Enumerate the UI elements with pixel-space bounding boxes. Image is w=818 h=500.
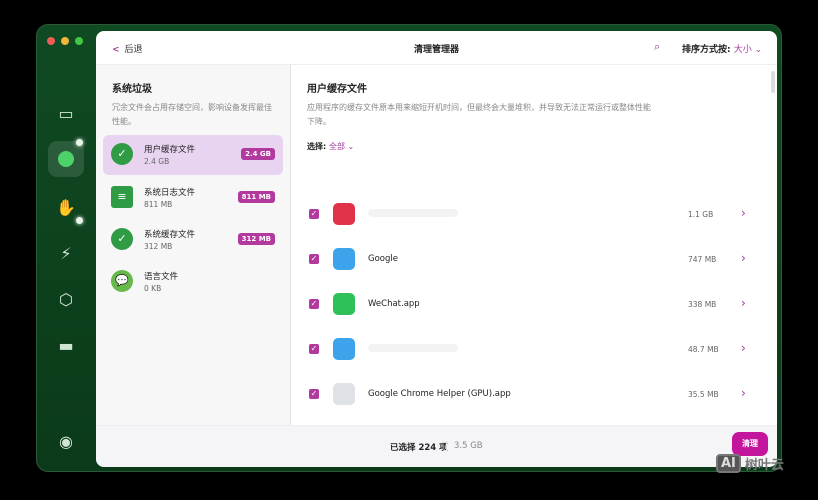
checkbox[interactable]: ✓ — [309, 299, 319, 309]
apps-icon[interactable]: ⬡ — [54, 287, 78, 311]
chevron-down-icon: ⌄ — [751, 45, 763, 55]
folder-icon — [333, 248, 355, 270]
category-size: 312 MB — [144, 242, 173, 251]
assistant-icon[interactable]: ◉ — [54, 429, 78, 453]
speed-icon[interactable]: ⚡ — [54, 241, 78, 265]
checkbox[interactable]: ✓ — [309, 209, 319, 219]
item-size: 35.5 MB — [688, 390, 719, 399]
select-label: 选择: — [307, 142, 327, 151]
selected-count: 已选择 224 项 — [390, 443, 448, 453]
item-size: 1.1 GB — [688, 210, 714, 219]
category-name: 语言文件 — [144, 272, 179, 282]
disk-icon[interactable]: ▭ — [54, 101, 78, 125]
folder-icon — [333, 338, 355, 360]
sort-value: 大小 — [733, 45, 752, 55]
category-name: 系统缓存文件 — [144, 230, 196, 240]
redacted-name — [368, 344, 458, 352]
user-cache-icon: ✓ — [111, 143, 133, 165]
category-size: 2.4 GB — [144, 157, 170, 166]
item-name: WeChat.app — [368, 299, 420, 309]
notification-dot — [76, 139, 83, 146]
checkbox[interactable]: ✓ — [309, 344, 319, 354]
section-desc: 应用程序的缓存文件原本用来缩短开机时间，但最终会大量堆积，并导致无法正常运行或整… — [307, 103, 651, 126]
size-badge: 312 MB — [237, 233, 275, 245]
category-user-cache[interactable]: ✓ 用户缓存文件 2.4 GB 2.4 GB — [103, 135, 283, 175]
chevron-down-icon: ⌄ — [345, 142, 355, 151]
file-row[interactable]: ✓ WeChat.app 338 MB › — [291, 285, 777, 325]
sort-label: 排序方式按: — [682, 45, 731, 55]
size-badge: 2.4 GB — [241, 148, 275, 160]
netease-music-icon — [333, 203, 355, 225]
category-name: 用户缓存文件 — [144, 145, 196, 155]
main-panel: < 后退 清理管理器 ⌕ 排序方式按: 大小 ⌄ 系统垃圾 冗余文件会占用存储空间… — [96, 31, 777, 467]
category-desc: 冗余文件会占用存储空间，影响设备发挥最佳性能。 — [112, 103, 272, 126]
item-size: 747 MB — [688, 255, 717, 264]
category-size: 0 KB — [144, 284, 162, 293]
category-language-files[interactable]: 💬 语言文件 0 KB — [103, 262, 283, 302]
chevron-right-icon[interactable]: › — [741, 386, 746, 400]
notification-dot — [76, 217, 83, 224]
item-size: 48.7 MB — [688, 345, 719, 354]
system-cache-icon: ✓ — [111, 228, 133, 250]
page-title: 清理管理器 — [413, 45, 459, 55]
category-system-cache[interactable]: ✓ 系统缓存文件 312 MB 312 MB — [103, 220, 283, 260]
chevron-right-icon[interactable]: › — [741, 206, 746, 220]
redacted-name — [368, 209, 458, 217]
file-list-panel: 用户缓存文件 应用程序的缓存文件原本用来缩短开机时间，但最终会大量堆积，并导致无… — [291, 65, 777, 450]
select-dropdown[interactable]: 选择: 全部 ⌄ — [307, 141, 354, 152]
checkbox[interactable]: ✓ — [309, 254, 319, 264]
hand-icon[interactable]: ✋ — [54, 195, 78, 219]
chevron-right-icon[interactable]: › — [741, 341, 746, 355]
folder-icon[interactable]: ▬ — [54, 333, 78, 357]
language-icon: 💬 — [111, 270, 133, 292]
size-badge: 811 MB — [237, 191, 275, 203]
section-title: 用户缓存文件 — [307, 84, 367, 95]
file-row[interactable]: ✓ Google Chrome Helper (GPU).app 35.5 MB… — [291, 375, 777, 415]
category-name: 系统日志文件 — [144, 188, 196, 198]
chevron-right-icon[interactable]: › — [741, 251, 746, 265]
file-row[interactable]: ✓ Google 747 MB › — [291, 240, 777, 280]
watermark-logo: AI 树叶云 — [716, 454, 784, 473]
item-name: Google — [368, 254, 398, 264]
category-system-logs[interactable]: ≡ 系统日志文件 811 MB 811 MB — [103, 178, 283, 218]
generic-app-icon — [333, 383, 355, 405]
clean-button[interactable]: 清理 — [732, 432, 768, 456]
item-size: 338 MB — [688, 300, 717, 309]
selected-size: 3.5 GB — [446, 441, 483, 451]
sidebar: ▭ ✋ ⚡ ⬡ ▬ ◉ — [37, 25, 96, 471]
header: < 后退 清理管理器 ⌕ 排序方式按: 大小 ⌄ — [96, 31, 777, 65]
app-window: ▭ ✋ ⚡ ⬡ ▬ ◉ < 后退 清理管理器 ⌕ 排序方式按: 大小 ⌄ 系统垃圾… — [36, 24, 782, 472]
wechat-icon — [333, 293, 355, 315]
category-title: 系统垃圾 — [112, 84, 152, 95]
file-row[interactable]: ✓ 48.7 MB › — [291, 330, 777, 370]
scrollbar[interactable] — [771, 71, 775, 93]
log-file-icon: ≡ — [111, 186, 133, 208]
file-row[interactable]: ✓ 1.1 GB › — [291, 195, 777, 235]
item-name: Google Chrome Helper (GPU).app — [368, 389, 511, 399]
select-value: 全部 — [329, 142, 345, 151]
category-panel: 系统垃圾 冗余文件会占用存储空间，影响设备发挥最佳性能。 ✓ 用户缓存文件 2.… — [96, 65, 291, 425]
footer: 已选择 224 项 3.5 GB 清理 — [96, 425, 777, 467]
sort-dropdown[interactable]: 排序方式按: 大小 ⌄ — [682, 42, 762, 55]
search-icon[interactable]: ⌕ — [654, 40, 660, 54]
chevron-right-icon[interactable]: › — [741, 296, 746, 310]
cleanup-icon[interactable] — [48, 141, 84, 177]
checkbox[interactable]: ✓ — [309, 389, 319, 399]
category-size: 811 MB — [144, 200, 173, 209]
